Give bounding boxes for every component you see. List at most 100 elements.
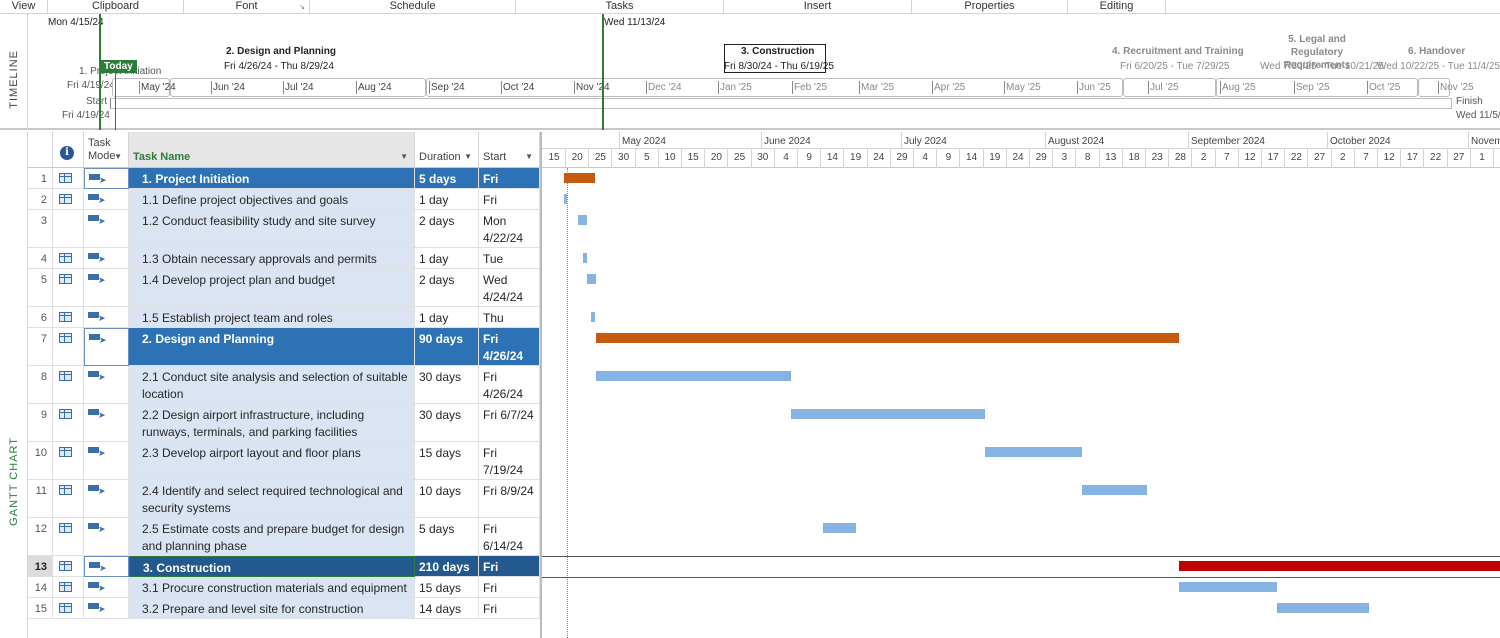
task-name-cell[interactable]: 1. Project Initiation: [129, 168, 415, 189]
task-bar[interactable]: [564, 194, 567, 204]
duration-cell[interactable]: 90 days: [415, 328, 479, 366]
row-id[interactable]: 3: [28, 210, 53, 248]
ribbon-group-schedule[interactable]: Schedule: [310, 0, 516, 14]
duration-cell[interactable]: 30 days: [415, 366, 479, 404]
header-select-all[interactable]: [28, 132, 53, 168]
task-bar[interactable]: [583, 253, 587, 263]
table-row[interactable]: 9 ➤ 2.2 Design airport infrastructure, inc…: [28, 404, 540, 442]
summary-bar[interactable]: [564, 173, 595, 183]
start-cell[interactable]: Thu 4/25/24: [479, 307, 540, 328]
phase-2-name[interactable]: 2. Design and Planning: [226, 46, 336, 57]
task-bar[interactable]: [791, 409, 985, 419]
phase-4-name[interactable]: 4. Recruitment and Training: [1112, 46, 1244, 57]
task-mode-cell[interactable]: ➤: [84, 210, 129, 248]
task-bar[interactable]: [578, 215, 587, 225]
task-mode-cell[interactable]: ➤: [84, 577, 129, 598]
start-cell[interactable]: Fri 8/30/24: [479, 577, 540, 598]
timeline-side-tab[interactable]: TIMELINE: [0, 14, 28, 130]
row-id[interactable]: 1: [28, 168, 53, 189]
duration-cell[interactable]: 30 days: [415, 404, 479, 442]
task-name-cell[interactable]: 2.1 Conduct site analysis and selection …: [129, 366, 415, 404]
row-id[interactable]: 2: [28, 189, 53, 210]
ribbon-group-tasks[interactable]: Tasks: [516, 0, 724, 14]
table-row[interactable]: 5 ➤ 1.4 Develop project plan and budget 2 d…: [28, 269, 540, 307]
row-id[interactable]: 7: [28, 328, 53, 366]
start-cell[interactable]: Fri 8/9/24: [479, 480, 540, 518]
task-bar[interactable]: [1179, 582, 1277, 592]
ribbon-group-insert[interactable]: Insert: [724, 0, 912, 14]
phase-3-name[interactable]: 3. Construction: [741, 46, 814, 57]
task-mode-cell[interactable]: ➤: [84, 328, 129, 366]
task-name-cell[interactable]: 1.3 Obtain necessary approvals and permi…: [129, 248, 415, 269]
row-id[interactable]: 6: [28, 307, 53, 328]
table-row[interactable]: 12 ➤ 2.5 Estimate costs and prepare budget…: [28, 518, 540, 556]
task-mode-cell[interactable]: ➤: [84, 556, 129, 577]
ribbon-group-view[interactable]: View: [0, 0, 48, 14]
start-cell[interactable]: Fri 7/19/24: [479, 442, 540, 480]
start-cell[interactable]: Tue 4/23/24: [479, 248, 540, 269]
table-row[interactable]: 14 ➤ 3.1 Procure construction materials an…: [28, 577, 540, 598]
table-row[interactable]: 10 ➤ 2.3 Develop airport layout and floor …: [28, 442, 540, 480]
task-mode-cell[interactable]: ➤: [84, 366, 129, 404]
task-bar[interactable]: [587, 274, 596, 284]
chevron-down-icon[interactable]: ▼: [464, 152, 472, 161]
task-mode-cell[interactable]: ➤: [84, 480, 129, 518]
task-mode-cell[interactable]: ➤: [84, 442, 129, 480]
task-mode-cell[interactable]: ➤: [84, 518, 129, 556]
start-cell[interactable]: Fri 4/26/24: [479, 328, 540, 366]
start-cell[interactable]: Fri 4/19/24: [479, 168, 540, 189]
duration-cell[interactable]: 5 days: [415, 168, 479, 189]
ribbon-group-font[interactable]: Font ↘: [184, 0, 310, 14]
task-name-cell[interactable]: 2.4 Identify and select required technol…: [129, 480, 415, 518]
chevron-down-icon[interactable]: ▼: [525, 152, 533, 161]
task-name-cell[interactable]: 1.2 Conduct feasibility study and site s…: [129, 210, 415, 248]
header-task-mode[interactable]: Task Mode ▼: [84, 132, 129, 168]
task-name-cell[interactable]: 1.4 Develop project plan and budget: [129, 269, 415, 307]
duration-cell[interactable]: 2 days: [415, 210, 479, 248]
phase-6-name[interactable]: 6. Handover: [1408, 46, 1465, 57]
task-name-cell[interactable]: 3. Construction: [129, 556, 415, 577]
task-name-cell[interactable]: 3.1 Procure construction materials and e…: [129, 577, 415, 598]
header-indicators[interactable]: i: [53, 132, 84, 168]
duration-cell[interactable]: 1 day: [415, 189, 479, 210]
gantt-chart-area[interactable]: May 2024 June 2024 July 2024 August 2024 Sep…: [540, 132, 1500, 638]
task-name-cell[interactable]: 1.5 Establish project team and roles: [129, 307, 415, 328]
task-bar[interactable]: [823, 523, 856, 533]
table-row[interactable]: 2 ➤ 1.1 Define project objectives and goal…: [28, 189, 540, 210]
start-cell[interactable]: Fri 9/20/24: [479, 598, 540, 619]
task-mode-cell[interactable]: ➤: [84, 307, 129, 328]
start-cell[interactable]: Fri 4/19/24: [479, 189, 540, 210]
row-id[interactable]: 8: [28, 366, 53, 404]
gantt-side-tab[interactable]: GANTT CHART: [0, 132, 28, 638]
duration-cell[interactable]: 1 day: [415, 307, 479, 328]
task-mode-cell[interactable]: ➤: [84, 404, 129, 442]
header-task-name[interactable]: Task Name ▼: [129, 132, 415, 168]
task-name-cell[interactable]: 2.5 Estimate costs and prepare budget fo…: [129, 518, 415, 556]
ribbon-group-properties[interactable]: Properties: [912, 0, 1068, 14]
start-cell[interactable]: Fri 4/26/24: [479, 366, 540, 404]
row-id[interactable]: 4: [28, 248, 53, 269]
table-row[interactable]: 1 ➤ 1. Project Initiation5 daysFri 4/19/24: [28, 168, 540, 189]
chevron-down-icon[interactable]: ▼: [400, 152, 408, 161]
table-row[interactable]: 4 ➤ 1.3 Obtain necessary approvals and per…: [28, 248, 540, 269]
ribbon-group-clipboard[interactable]: Clipboard: [48, 0, 184, 14]
duration-cell[interactable]: 1 day: [415, 248, 479, 269]
row-id[interactable]: 10: [28, 442, 53, 480]
start-cell[interactable]: Wed 4/24/24: [479, 269, 540, 307]
duration-cell[interactable]: 15 days: [415, 577, 479, 598]
start-cell[interactable]: Fri 6/14/24: [479, 518, 540, 556]
task-name-cell[interactable]: 2.3 Develop airport layout and floor pla…: [129, 442, 415, 480]
chevron-down-icon[interactable]: ▼: [114, 152, 122, 161]
task-bar[interactable]: [985, 447, 1082, 457]
duration-cell[interactable]: 10 days: [415, 480, 479, 518]
row-id[interactable]: 13: [28, 556, 53, 577]
task-name-cell[interactable]: 1.1 Define project objectives and goals: [129, 189, 415, 210]
header-start[interactable]: Start ▼: [479, 132, 540, 168]
task-mode-cell[interactable]: ➤: [84, 248, 129, 269]
summary-bar[interactable]: [1179, 561, 1500, 571]
task-mode-cell[interactable]: ➤: [84, 598, 129, 619]
row-id[interactable]: 9: [28, 404, 53, 442]
task-name-cell[interactable]: 3.2 Prepare and level site for construct…: [129, 598, 415, 619]
table-row[interactable]: 11 ➤ 2.4 Identify and select required tech…: [28, 480, 540, 518]
duration-cell[interactable]: 15 days: [415, 442, 479, 480]
